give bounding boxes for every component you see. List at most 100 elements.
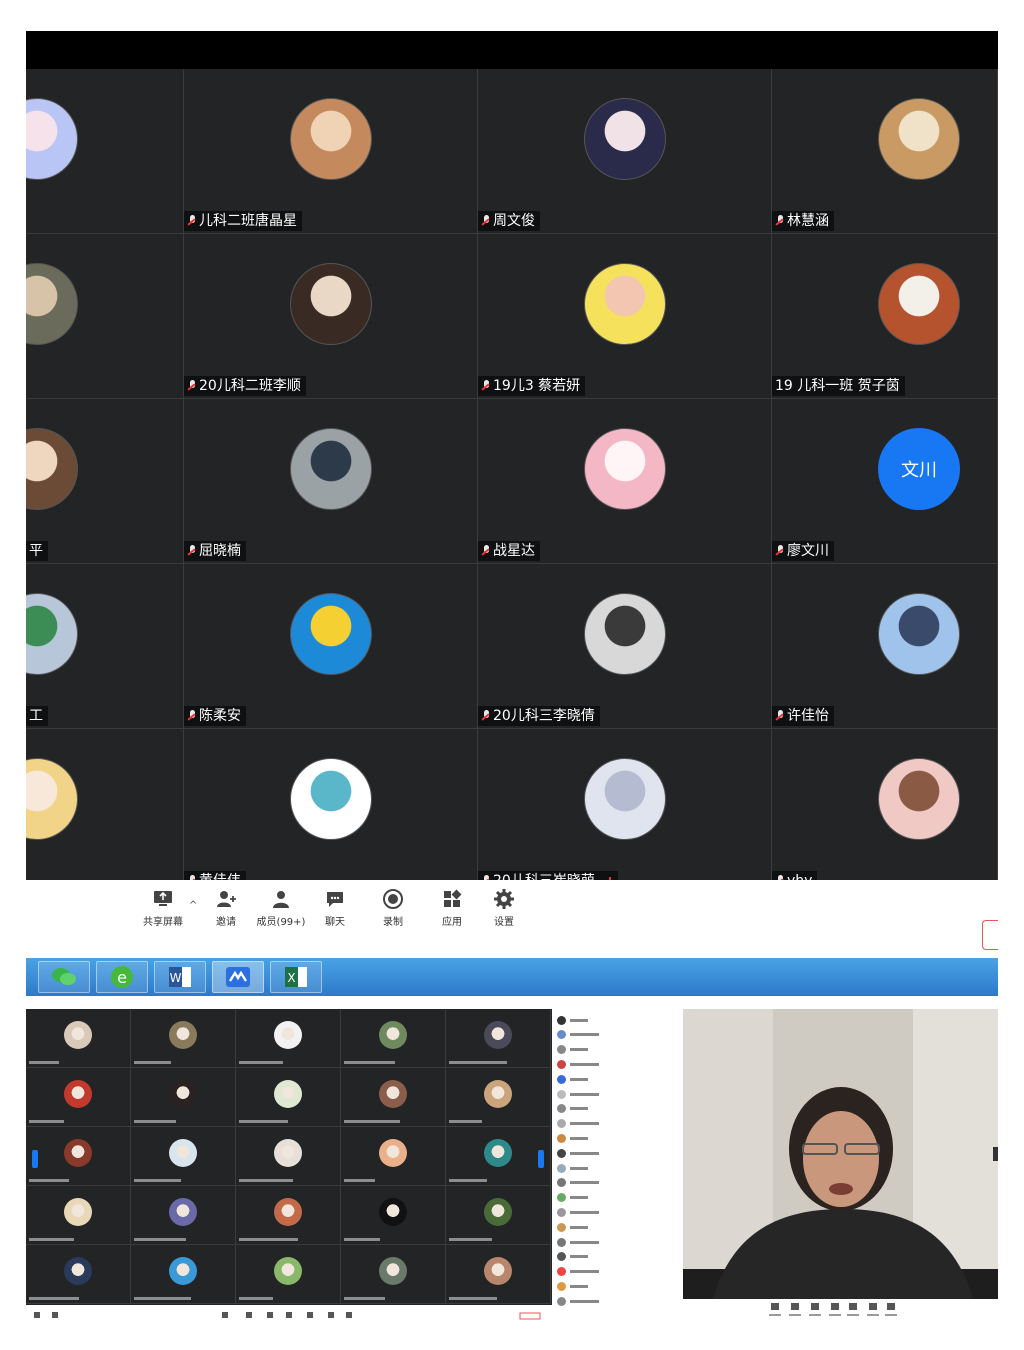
member-avatar bbox=[557, 1030, 566, 1040]
mini-name-bar bbox=[344, 1238, 380, 1241]
member-row[interactable] bbox=[557, 1028, 599, 1042]
member-row[interactable] bbox=[557, 1102, 588, 1116]
mini-participant-avatar bbox=[484, 1198, 512, 1226]
mini-participant-avatar bbox=[274, 1139, 302, 1167]
participant-tile[interactable]: 平 bbox=[26, 399, 184, 564]
participant-tile[interactable]: 19儿3 蔡若妍 bbox=[478, 234, 772, 399]
mini-participant-avatar bbox=[379, 1080, 407, 1108]
member-row[interactable] bbox=[557, 1087, 599, 1101]
mini-participant-avatar bbox=[169, 1080, 197, 1108]
mic-muted-icon bbox=[481, 379, 491, 393]
participant-tile[interactable] bbox=[26, 234, 184, 399]
mini-participant-tile bbox=[131, 1245, 236, 1304]
mini-participant-tile bbox=[341, 1009, 446, 1068]
participant-tile[interactable]: 许佳怡 bbox=[772, 564, 998, 729]
member-row[interactable] bbox=[557, 1279, 588, 1293]
participant-tile[interactable]: 19 儿科一班 贺子茵 bbox=[772, 234, 998, 399]
mini-participant-avatar bbox=[64, 1257, 92, 1285]
mini-participant-tile bbox=[236, 1127, 341, 1186]
participant-tile[interactable]: 黄佳伟 bbox=[184, 729, 478, 894]
member-row[interactable] bbox=[557, 1072, 588, 1086]
member-row[interactable] bbox=[557, 1117, 599, 1131]
mini-name-bar bbox=[449, 1179, 487, 1182]
mini-prev-page-button[interactable] bbox=[32, 1150, 38, 1168]
wechat-taskbar-button[interactable] bbox=[38, 961, 90, 993]
member-row[interactable] bbox=[557, 1146, 599, 1160]
member-row[interactable] bbox=[557, 1013, 588, 1027]
participant-tile[interactable]: 周文俊 bbox=[478, 69, 772, 234]
chat-button[interactable]: 聊天 bbox=[305, 886, 365, 929]
word-taskbar-button[interactable]: W bbox=[154, 961, 206, 993]
members-button[interactable]: 成员(99+) bbox=[251, 886, 311, 929]
participant-tile[interactable] bbox=[26, 69, 184, 234]
mini-name-bar bbox=[449, 1120, 482, 1123]
participant-name-tag: 儿科二班唐晶星 bbox=[184, 211, 302, 231]
member-name-placeholder bbox=[570, 1048, 588, 1052]
participant-name-tag: 周文俊 bbox=[478, 211, 540, 231]
member-row[interactable] bbox=[557, 1131, 588, 1145]
participant-tile[interactable]: yhy bbox=[772, 729, 998, 894]
member-row[interactable] bbox=[557, 1235, 599, 1249]
mini-name-bar bbox=[344, 1120, 400, 1123]
members-label: 成员(99+) bbox=[256, 917, 306, 928]
mini-next-page-button[interactable] bbox=[538, 1150, 544, 1168]
participant-tile[interactable]: 林慧涵 bbox=[772, 69, 998, 234]
share-screen-button[interactable]: 共享屏幕 bbox=[133, 886, 193, 929]
member-row[interactable] bbox=[557, 1220, 588, 1234]
mini-participant-tile bbox=[341, 1127, 446, 1186]
member-row[interactable] bbox=[557, 1191, 588, 1205]
ie-taskbar-button[interactable]: e bbox=[96, 961, 148, 993]
mini-participant-avatar bbox=[64, 1139, 92, 1167]
mini-participant-tile bbox=[446, 1009, 551, 1068]
participant-tile[interactable]: 战星达 bbox=[478, 399, 772, 564]
svg-text:W: W bbox=[170, 971, 182, 985]
participant-tile[interactable]: 20儿科三李晓倩 bbox=[478, 564, 772, 729]
member-avatar bbox=[557, 1296, 566, 1306]
end-meeting-button[interactable] bbox=[982, 920, 998, 950]
member-row[interactable] bbox=[557, 1265, 599, 1279]
participant-tile[interactable]: 20儿科三崔晓萌 bbox=[478, 729, 772, 894]
mini-name-bar bbox=[134, 1120, 176, 1123]
member-row[interactable] bbox=[557, 1161, 588, 1175]
camera-toolbar bbox=[683, 1299, 998, 1323]
invite-label: 邀请 bbox=[216, 917, 236, 928]
member-row[interactable] bbox=[557, 1176, 599, 1190]
participant-tile[interactable]: 文川 廖文川 bbox=[772, 399, 998, 564]
member-name-placeholder bbox=[570, 1092, 599, 1096]
mini-toolbar-icons bbox=[34, 1312, 541, 1320]
participant-tile[interactable]: 屈晓楠 bbox=[184, 399, 478, 564]
record-button[interactable]: 录制 bbox=[363, 886, 423, 929]
svg-text:X: X bbox=[287, 971, 295, 985]
excel-taskbar-button[interactable]: X bbox=[270, 961, 322, 993]
member-row[interactable] bbox=[557, 1205, 599, 1219]
mini-participant-tile bbox=[236, 1245, 341, 1304]
member-name-placeholder bbox=[570, 1062, 599, 1066]
mini-name-bar bbox=[239, 1061, 283, 1064]
mini-participant-avatar bbox=[484, 1139, 512, 1167]
member-row[interactable] bbox=[557, 1043, 588, 1057]
member-avatar bbox=[557, 1104, 566, 1114]
participant-tile[interactable]: 工 bbox=[26, 564, 184, 729]
participant-avatar bbox=[26, 428, 78, 510]
tencent-meeting-taskbar-button[interactable] bbox=[212, 961, 264, 993]
mini-name-bar bbox=[344, 1297, 385, 1300]
settings-button[interactable]: 设置 bbox=[474, 886, 534, 929]
member-row[interactable] bbox=[557, 1250, 588, 1264]
mic-muted-icon bbox=[187, 214, 197, 228]
participant-tile[interactable]: 儿科二班唐晶星 bbox=[184, 69, 478, 234]
mini-participant-avatar bbox=[274, 1021, 302, 1049]
member-row[interactable] bbox=[557, 1294, 599, 1308]
member-row[interactable] bbox=[557, 1057, 599, 1071]
mini-name-bar bbox=[344, 1179, 375, 1182]
gear-icon bbox=[494, 889, 514, 909]
member-name-placeholder bbox=[570, 1210, 599, 1214]
members-icon bbox=[273, 891, 289, 908]
member-avatar bbox=[557, 1252, 566, 1262]
apps-button[interactable]: 应用 bbox=[422, 886, 482, 929]
participant-name-tag: 工 bbox=[26, 706, 48, 726]
participant-tile[interactable]: 20儿科二班李顺 bbox=[184, 234, 478, 399]
participant-tile[interactable] bbox=[26, 729, 184, 894]
participant-tile[interactable]: 陈柔安 bbox=[184, 564, 478, 729]
participant-avatar bbox=[584, 758, 666, 840]
invite-button[interactable]: 邀请 bbox=[196, 886, 256, 929]
